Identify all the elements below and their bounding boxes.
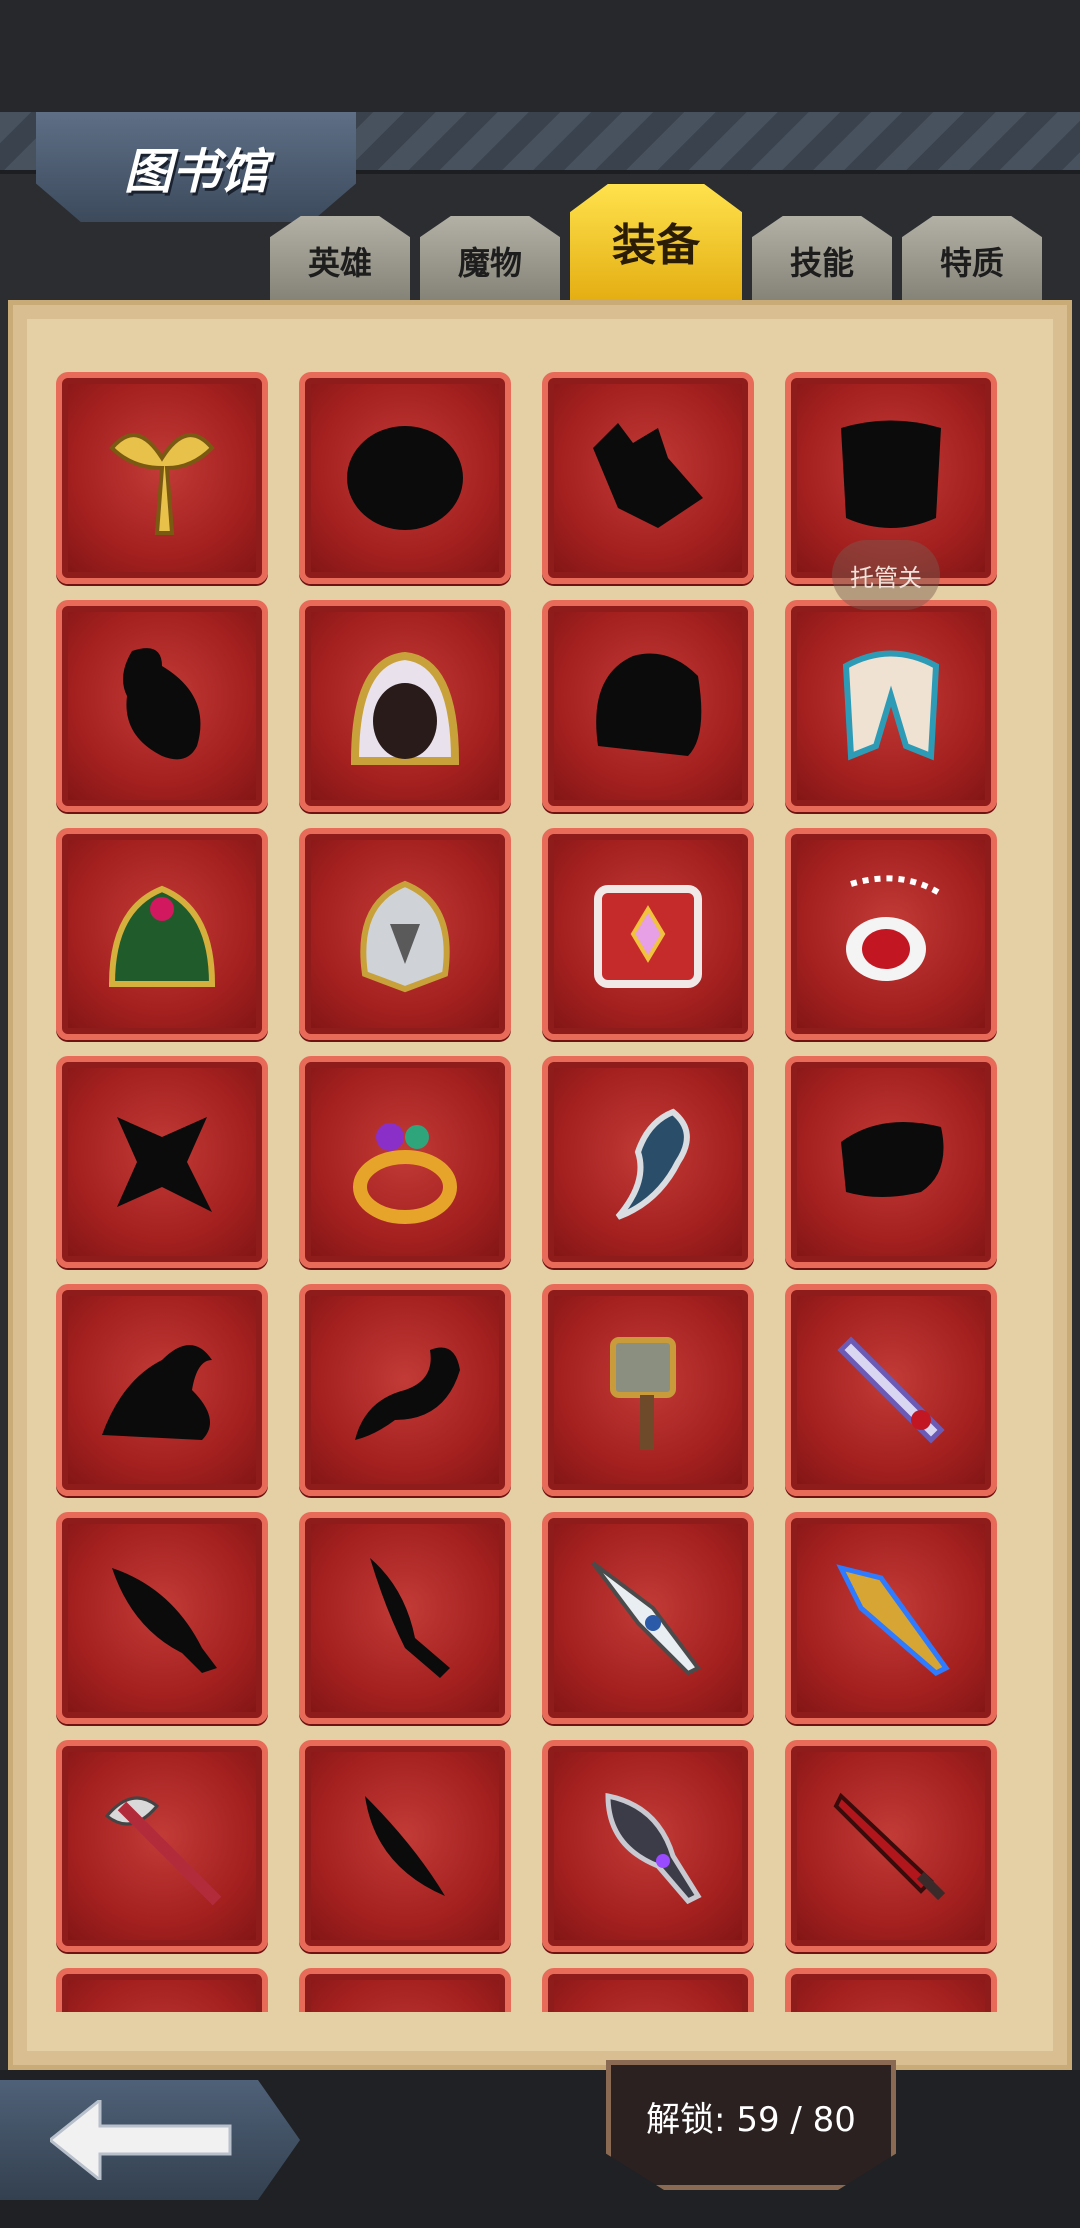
equipment-slot[interactable] (542, 1284, 754, 1496)
equipment-slot-locked[interactable] (56, 1056, 268, 1268)
locked-hat-icon (92, 1320, 232, 1460)
knight-helmet-icon (335, 864, 475, 1004)
spear-icon (578, 1548, 718, 1688)
equipment-slot-locked[interactable] (542, 1968, 754, 2012)
equipment-slot[interactable] (542, 1056, 754, 1268)
locked-gourd-icon (92, 636, 232, 776)
tab-equipment[interactable]: 装备 (570, 184, 742, 312)
equipment-slot[interactable] (299, 828, 511, 1040)
golden-hood-icon (335, 636, 475, 776)
equipment-slot[interactable] (56, 828, 268, 1040)
equipment-slot[interactable] (56, 372, 268, 584)
equipment-slot-locked[interactable] (56, 600, 268, 812)
equipment-slot-locked[interactable] (542, 600, 754, 812)
equipment-slot-locked[interactable] (299, 1284, 511, 1496)
locked-blade-icon (335, 1548, 475, 1688)
equipment-grid (56, 372, 1016, 2012)
lightning-spear-icon (821, 1548, 961, 1688)
locked-dagger-icon (92, 1548, 232, 1688)
equipment-slot-locked[interactable] (56, 1968, 268, 2012)
crystal-sword-icon (821, 1320, 961, 1460)
partial-item-icon (92, 2004, 232, 2012)
locked-scimitar-icon (335, 1776, 475, 1916)
gem-ring-icon (335, 1092, 475, 1232)
equipment-slot[interactable] (785, 1512, 997, 1724)
mantle-icon (821, 636, 961, 776)
equipment-slot[interactable] (785, 600, 997, 812)
claw-gauntlet-icon (578, 1092, 718, 1232)
locked-shuriken-icon (92, 1092, 232, 1232)
equipment-slot[interactable] (56, 1740, 268, 1952)
locked-gloves-icon (821, 1092, 961, 1232)
partial-item-icon (578, 2004, 718, 2012)
equipment-slot[interactable] (785, 1284, 997, 1496)
equipment-slot-locked[interactable] (785, 1968, 997, 2012)
green-dragon-armor-icon (92, 864, 232, 1004)
ruby-amulet-icon (821, 864, 961, 1004)
equipment-slot[interactable] (299, 1056, 511, 1268)
tab-monsters[interactable]: 魔物 (420, 216, 560, 312)
battle-axe-icon (92, 1776, 232, 1916)
winged-staff-icon (92, 408, 232, 548)
partial-item-icon (335, 2004, 475, 2012)
spell-book-icon (578, 864, 718, 1004)
equipment-slot-locked[interactable] (56, 1512, 268, 1724)
equipment-slot[interactable] (785, 1740, 997, 1952)
war-hammer-icon (578, 1320, 718, 1460)
locked-shield-icon (335, 408, 475, 548)
auto-tooltip[interactable]: 托管关 (832, 540, 940, 610)
page-title: 图书馆 (123, 144, 268, 200)
equipment-slot[interactable] (299, 600, 511, 812)
equipment-slot-locked[interactable] (299, 1740, 511, 1952)
crimson-sword-icon (821, 1776, 961, 1916)
tab-traits[interactable]: 特质 (902, 216, 1042, 312)
tab-heroes[interactable]: 英雄 (270, 216, 410, 312)
arrow-left-icon (50, 2100, 232, 2180)
equipment-slot-locked[interactable] (299, 372, 511, 584)
back-button[interactable] (0, 2080, 300, 2200)
equipment-slot-locked[interactable] (542, 372, 754, 584)
partial-item-icon (821, 2004, 961, 2012)
equipment-slot-locked[interactable] (299, 1512, 511, 1724)
equipment-slot[interactable] (542, 1740, 754, 1952)
locked-dragon-icon (335, 1320, 475, 1460)
equipment-slot-locked[interactable] (785, 1056, 997, 1268)
equipment-slot-locked[interactable] (299, 1968, 511, 2012)
equipment-slot[interactable] (542, 828, 754, 1040)
equipment-slot[interactable] (785, 828, 997, 1040)
equipment-slot[interactable] (542, 1512, 754, 1724)
locked-boots-icon (578, 408, 718, 548)
dark-blade-icon (578, 1776, 718, 1916)
locked-armor-icon (578, 636, 718, 776)
status-bar-area (0, 0, 1080, 112)
equipment-slot-locked[interactable] (56, 1284, 268, 1496)
locked-cape-icon (821, 408, 961, 548)
tab-skills[interactable]: 技能 (752, 216, 892, 312)
unlock-counter: 解锁: 59 / 80 (606, 2060, 896, 2190)
